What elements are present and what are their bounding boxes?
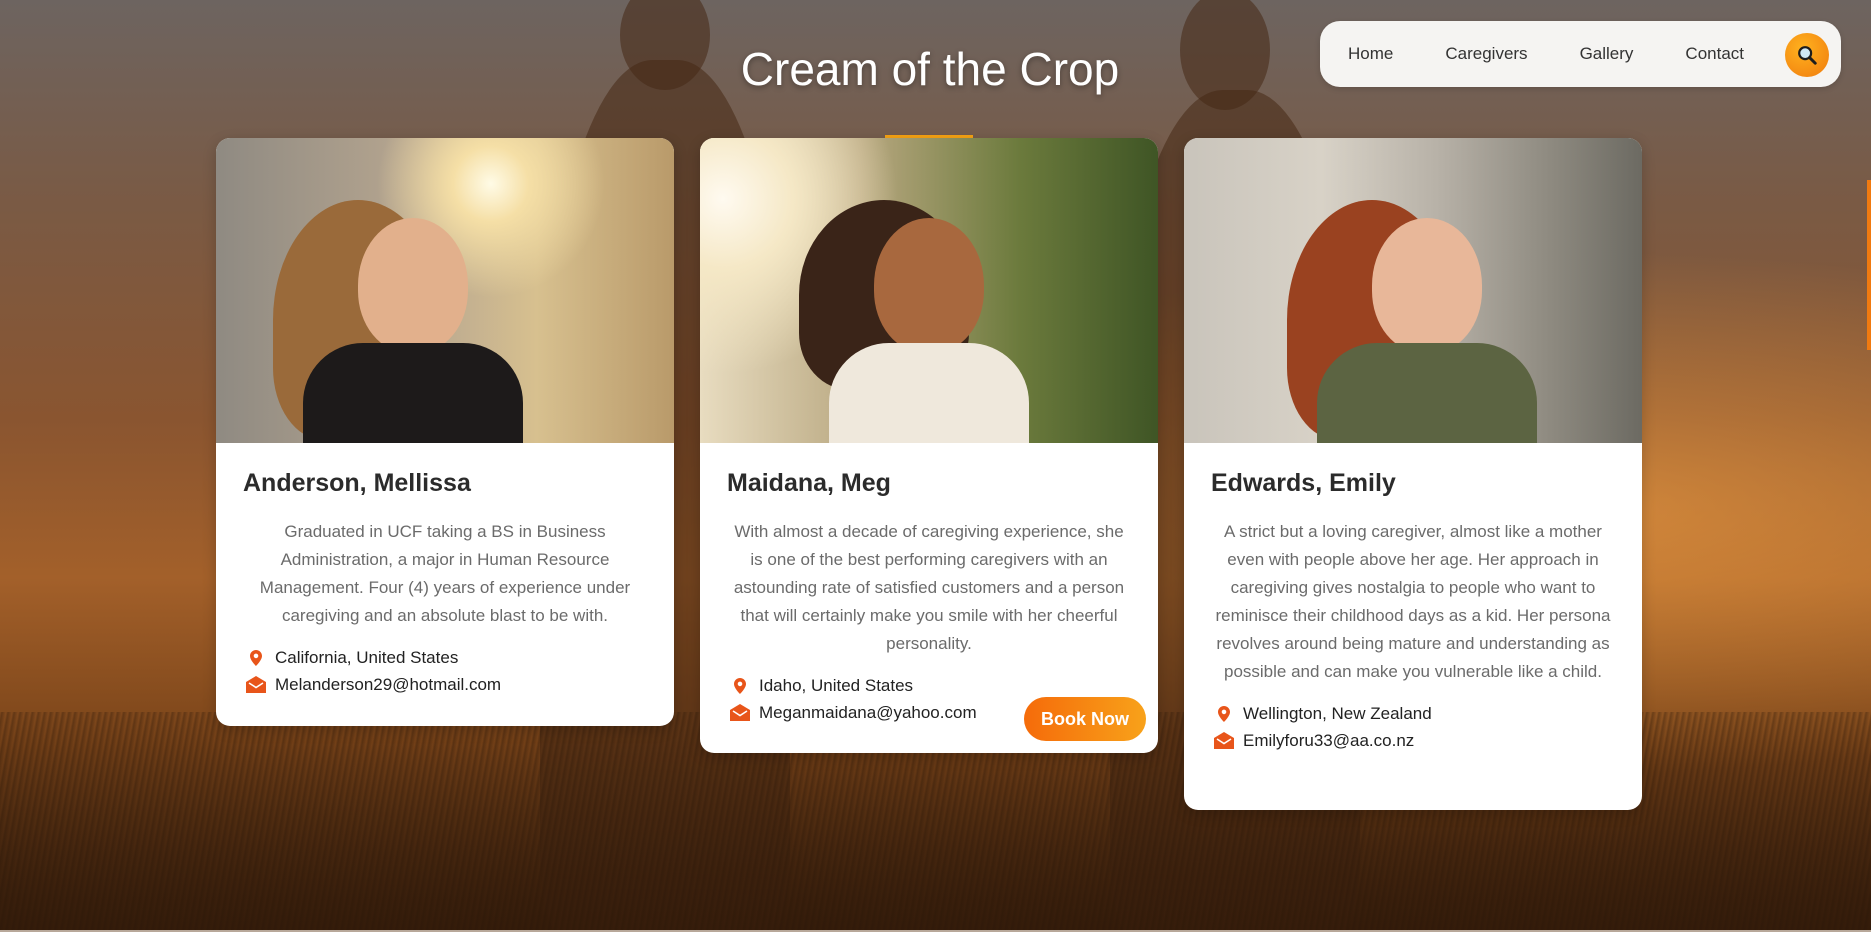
location-text: Wellington, New Zealand — [1243, 703, 1432, 723]
scrollbar-thumb[interactable] — [1867, 180, 1871, 350]
nav-caregivers-link[interactable]: Caregivers — [1445, 44, 1527, 64]
nav-contact-link[interactable]: Contact — [1685, 44, 1744, 64]
email-text[interactable]: Meganmaidana@yahoo.com — [759, 703, 977, 723]
envelope-icon — [243, 676, 269, 693]
caregiver-description: With almost a decade of caregiving exper… — [733, 522, 1125, 653]
location-text: California, United States — [275, 647, 459, 667]
caregiver-name: Anderson, Mellissa — [243, 469, 471, 497]
caregiver-description: Graduated in UCF taking a BS in Business… — [259, 522, 631, 625]
caregiver-location: Idaho, United States — [727, 672, 1131, 699]
top-navigation: Home Caregivers Gallery Contact — [1320, 21, 1841, 87]
search-button[interactable] — [1785, 33, 1829, 77]
caregiver-portrait — [1286, 200, 1537, 443]
email-text[interactable]: Emilyforu33@aa.co.nz — [1243, 731, 1414, 751]
caregiver-name: Edwards, Emily — [1211, 469, 1396, 497]
caregiver-name: Maidana, Meg — [727, 469, 891, 497]
nav-gallery-link[interactable]: Gallery — [1580, 44, 1634, 64]
nav-home-link[interactable]: Home — [1348, 44, 1393, 64]
caregiver-email: Emilyforu33@aa.co.nz — [1211, 727, 1615, 754]
envelope-icon — [727, 704, 753, 721]
caregiver-photo — [700, 138, 1158, 443]
location-pin-icon — [243, 649, 269, 666]
location-pin-icon — [727, 677, 753, 694]
caregiver-description: A strict but a loving caregiver, almost … — [1215, 522, 1611, 681]
caregiver-location: California, United States — [243, 644, 647, 671]
email-text[interactable]: Melanderson29@hotmail.com — [275, 675, 501, 695]
caregiver-email: Melanderson29@hotmail.com — [243, 671, 647, 698]
caregiver-card: Maidana, Meg With almost a decade of car… — [700, 138, 1158, 753]
caregiver-photo — [1184, 138, 1642, 443]
caregiver-portrait — [799, 200, 1029, 443]
envelope-icon — [1211, 732, 1237, 749]
caregiver-location: Wellington, New Zealand — [1211, 700, 1615, 727]
location-pin-icon — [1211, 705, 1237, 722]
caregiver-card: Anderson, Mellissa Graduated in UCF taki… — [216, 138, 674, 726]
search-icon — [1798, 46, 1817, 65]
caregiver-photo — [216, 138, 674, 443]
book-now-button[interactable]: Book Now — [1024, 697, 1146, 741]
caregiver-card: Edwards, Emily A strict but a loving car… — [1184, 138, 1642, 810]
caregiver-portrait — [272, 200, 523, 443]
location-text: Idaho, United States — [759, 675, 914, 695]
